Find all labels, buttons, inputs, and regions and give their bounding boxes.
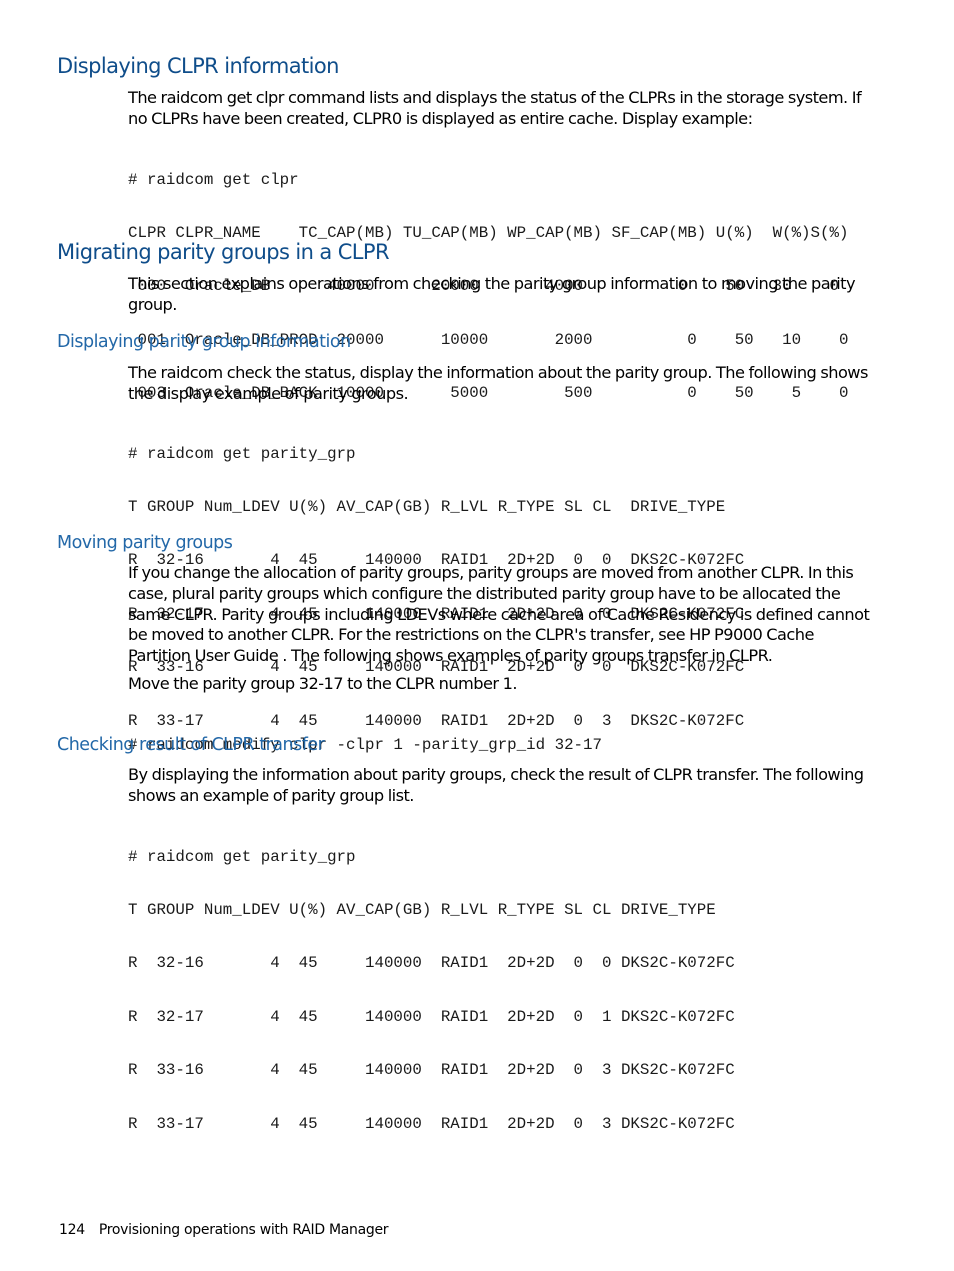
code-line: # raidcom get parity_grp xyxy=(128,444,356,463)
page-number: 124 xyxy=(59,1222,85,1238)
code-line: T GROUP Num_LDEV U(%) AV_CAP(GB) R_LVL R… xyxy=(128,900,716,919)
heading-checking-result-of-clpr-transfer: Checking result of CLPR transfer xyxy=(57,735,325,755)
heading-displaying-clpr-information: Displaying CLPR information xyxy=(57,54,339,78)
code-line: R 33-16 4 45 140000 RAID1 2D+2D 0 3 DKS2… xyxy=(128,1061,735,1080)
code-line: R 32-16 4 45 140000 RAID1 2D+2D 0 0 DKS2… xyxy=(128,954,735,973)
heading-moving-parity-groups: Moving parity groups xyxy=(57,533,233,553)
code-line: # raidcom get parity_grp xyxy=(128,847,356,866)
moving-instruction: Move the parity group 32-17 to the CLPR … xyxy=(128,674,517,693)
parity-info-paragraph: The raidcom check the status, display th… xyxy=(128,363,868,403)
code-line: R 32-17 4 45 140000 RAID1 2D+2D 0 1 DKS2… xyxy=(128,1007,735,1026)
clpr-info-paragraph: The raidcom get clpr command lists and d… xyxy=(128,88,862,128)
code-block-get-parity-grp-result: # raidcom get parity_grp T GROUP Num_LDE… xyxy=(128,813,735,1151)
migrating-paragraph: This section explains operations from ch… xyxy=(128,274,856,314)
chapter-title: Provisioning operations with RAID Manage… xyxy=(98,1222,389,1238)
moving-paragraph: If you change the allocation of parity g… xyxy=(128,563,870,666)
code-line: # raidcom get clpr xyxy=(128,170,299,189)
code-line: R 33-17 4 45 140000 RAID1 2D+2D 0 3 DKS2… xyxy=(128,1114,735,1133)
heading-displaying-parity-group-information: Displaying parity group information xyxy=(57,332,351,352)
heading-migrating-parity-groups: Migrating parity groups in a CLPR xyxy=(57,240,390,264)
checking-paragraph: By displaying the information about pari… xyxy=(128,765,864,805)
code-line: T GROUP Num_LDEV U(%) AV_CAP(GB) R_LVL R… xyxy=(128,497,726,516)
page-footer: 124 Provisioning operations with RAID Man… xyxy=(59,1222,389,1238)
